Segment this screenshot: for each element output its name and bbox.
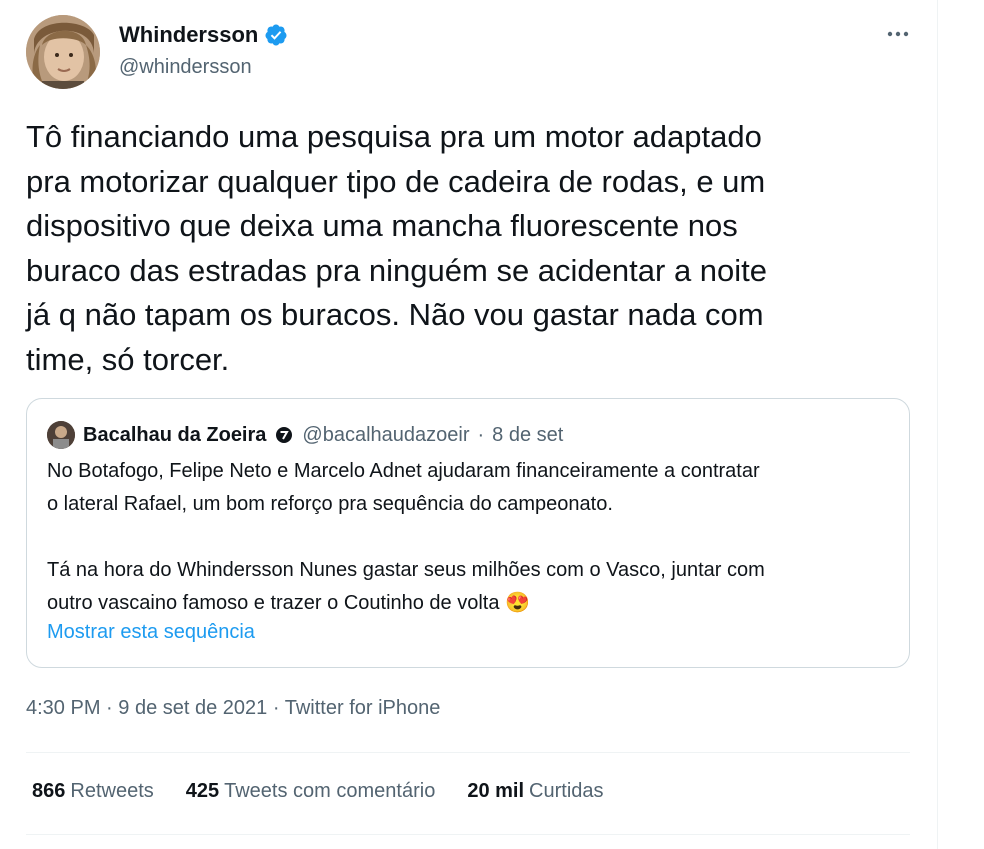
quoted-date: 8 de set <box>492 423 564 446</box>
tweet-time[interactable]: 4:30 PM <box>26 697 100 719</box>
show-thread-link[interactable]: Mostrar esta sequência <box>47 621 255 644</box>
quote-tweets-stat[interactable]: 425 Tweets com comentário <box>186 780 436 803</box>
verified-badge-icon <box>264 23 288 47</box>
divider <box>26 752 910 753</box>
quote-tweets-label: Tweets com comentário <box>224 780 436 802</box>
quoted-author-name: Bacalhau da Zoeira <box>83 423 267 446</box>
circle-badge-icon <box>274 425 294 445</box>
quote-tweets-count: 425 <box>185 780 220 802</box>
tweet-meta: 4:30 PM · 9 de set de 2021 · Twitter for… <box>26 697 440 720</box>
quoted-tweet-text: No Botafogo, Felipe Neto e Marcelo Adnet… <box>47 460 765 614</box>
likes-count: 20 mil <box>467 780 525 802</box>
retweets-stat[interactable]: 866 Retweets <box>32 780 154 803</box>
right-column-divider <box>937 0 938 849</box>
tweet-source[interactable]: Twitter for iPhone <box>285 697 441 719</box>
more-options-icon[interactable] <box>884 20 912 48</box>
retweets-count: 866 <box>32 780 66 802</box>
meta-separator: · <box>106 697 113 719</box>
author-handle[interactable]: @whindersson <box>119 56 252 79</box>
author-avatar[interactable] <box>26 15 100 89</box>
tweet-date[interactable]: 9 de set de 2021 <box>118 697 267 719</box>
quoted-author-handle: @bacalhaudazoeir <box>302 423 470 446</box>
tweet-stats: 866 Retweets 425 Tweets com comentário 20 … <box>32 780 636 803</box>
quoted-tweet-card[interactable]: Bacalhau da Zoeira @bacalhaudazoeir · 8 … <box>26 398 910 668</box>
tweet-text: Tô financiando uma pesquisa pra um motor… <box>26 119 768 377</box>
author-name-row: Whindersson <box>119 22 288 48</box>
divider <box>26 834 910 835</box>
avatar-image <box>26 15 100 89</box>
author-name[interactable]: Whindersson <box>119 22 258 48</box>
quoted-tweet-header: Bacalhau da Zoeira @bacalhaudazoeir · 8 … <box>47 421 563 449</box>
likes-stat[interactable]: 20 mil Curtidas <box>467 780 603 803</box>
quoted-author-avatar <box>47 421 75 449</box>
quoted-separator: · <box>477 423 485 446</box>
likes-label: Curtidas <box>529 780 604 802</box>
meta-separator: · <box>272 697 280 719</box>
retweets-label: Retweets <box>70 780 154 802</box>
